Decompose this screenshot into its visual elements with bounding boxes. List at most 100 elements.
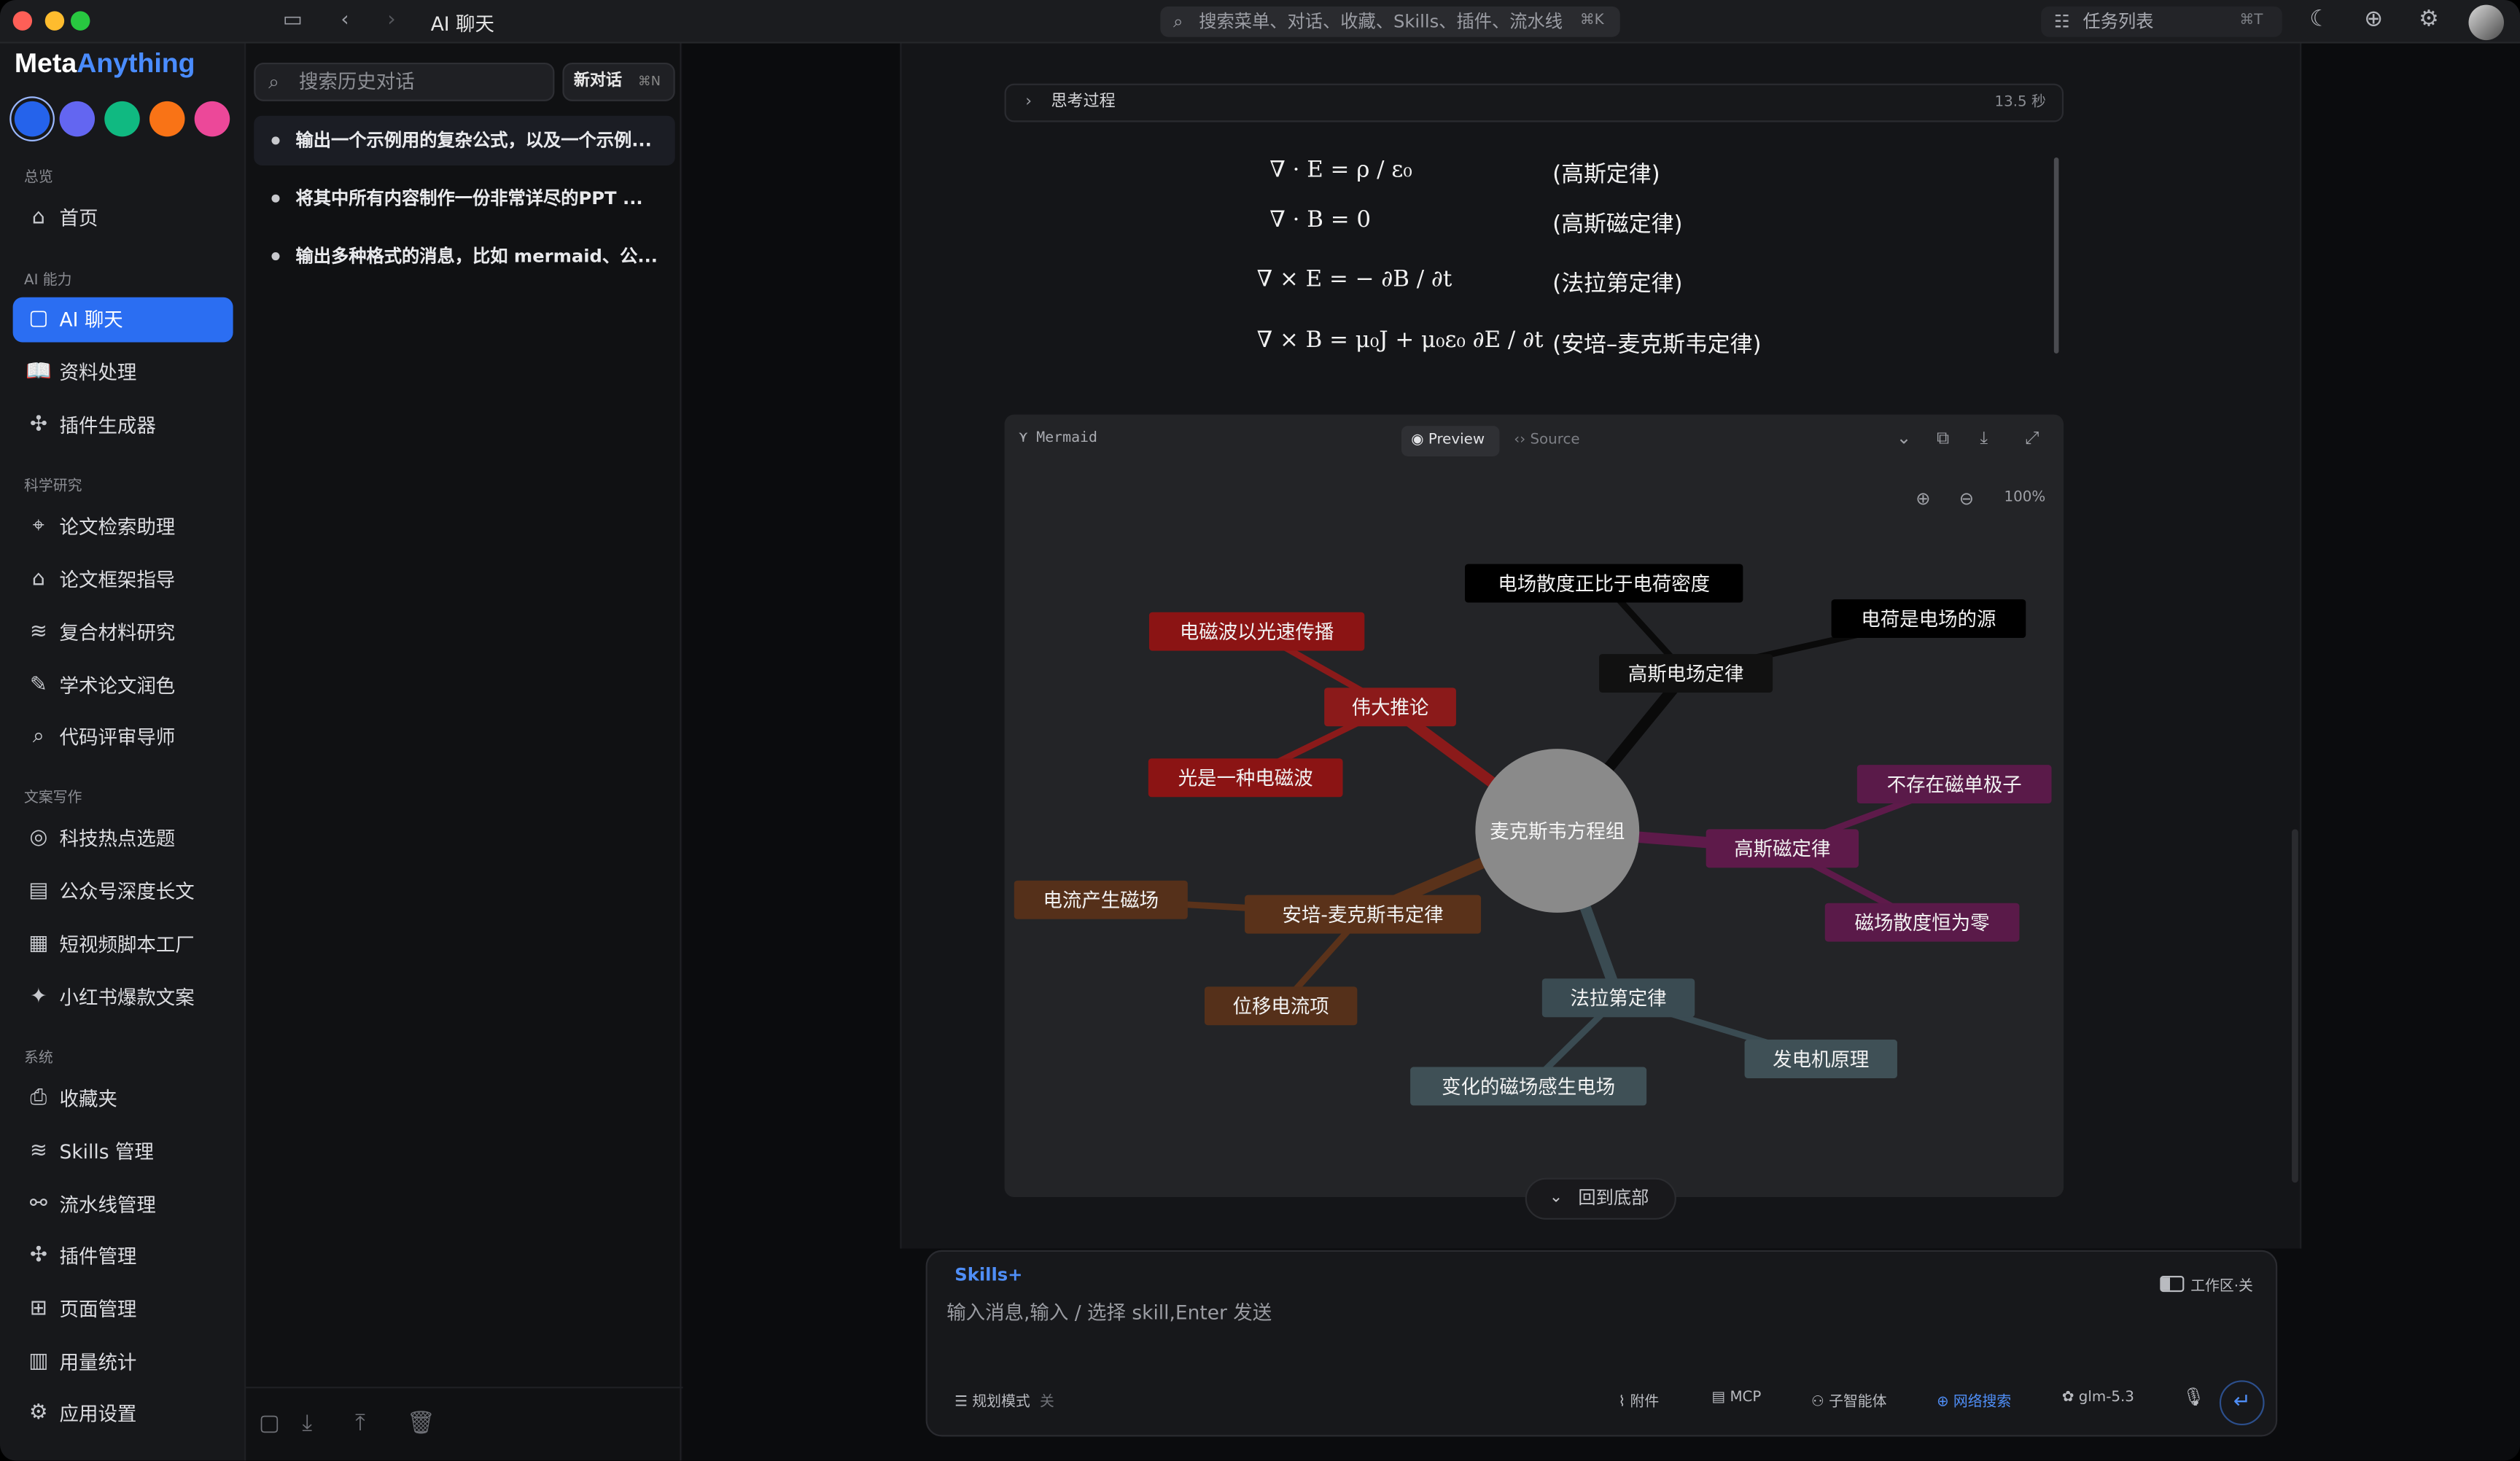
equation-scrollbar[interactable] xyxy=(2053,157,2059,354)
theme-color-swatch[interactable] xyxy=(59,101,96,137)
chevron-down-icon[interactable]: ⌄ xyxy=(1897,427,1911,448)
sidebar-item[interactable]: ◎ 科技热点选题 xyxy=(13,817,233,862)
theme-color-swatch[interactable] xyxy=(194,101,230,137)
sidebar-item[interactable]: ▥ 用量统计 xyxy=(13,1340,233,1385)
mindmap-leaf-node[interactable]: 不存在磁单极子 xyxy=(1856,765,2052,804)
chat-scrollbar[interactable] xyxy=(2292,829,2298,1183)
new-chat-button[interactable]: 新对话 ⌘N xyxy=(562,62,675,101)
theme-color-swatch[interactable] xyxy=(149,101,185,137)
equation-formula: ∇ · E = ρ / ε₀ xyxy=(1269,157,1412,184)
sidebar-item[interactable]: ⎙ 收藏夹 xyxy=(13,1077,233,1122)
sidebar-item[interactable]: ⌕ 代码评审导师 xyxy=(13,715,233,760)
mindmap-branch-node[interactable]: 高斯磁定律 xyxy=(1706,829,1859,868)
globe-icon[interactable]: ⊕ xyxy=(2364,7,2383,32)
dark-mode-icon[interactable]: ☾ xyxy=(2309,7,2330,32)
message-input[interactable] xyxy=(946,1296,2072,1329)
maximize-window-button[interactable] xyxy=(70,11,90,31)
sidebar-item[interactable]: ✣ 插件生成器 xyxy=(13,403,233,448)
microphone-icon[interactable]: 🎙 xyxy=(2182,1387,2205,1408)
back-icon[interactable]: ‹ xyxy=(341,8,349,32)
workflow-icon: ⚯ xyxy=(29,1192,47,1217)
trash-icon[interactable]: 🗑 xyxy=(407,1411,435,1436)
skills-button[interactable]: Skills+ xyxy=(954,1265,1022,1286)
workspace-toggle[interactable]: 工作区·关 xyxy=(2160,1274,2253,1296)
history-search-placeholder: 搜索历史对话 xyxy=(298,70,415,93)
sidebar-item[interactable]: ✣ 插件管理 xyxy=(13,1234,233,1279)
sidebar-toggle-icon[interactable]: ▭ xyxy=(283,8,303,32)
sidebar-item[interactable]: ⌂ 首页 xyxy=(13,196,233,241)
mcp-button[interactable]: ▤ MCP xyxy=(1711,1390,1761,1406)
sidebar-item[interactable]: ⊞ 页面管理 xyxy=(13,1287,233,1332)
back-to-bottom-button[interactable]: ⌄ 回到底部 xyxy=(1525,1177,1676,1220)
web-search-button[interactable]: ⊕ 网络搜索 xyxy=(1937,1390,2011,1411)
sidebar-item[interactable]: ≋ 复合材料研究 xyxy=(13,611,233,656)
mindmap-leaf-node[interactable]: 发电机原理 xyxy=(1744,1040,1897,1078)
app-window: ▭ ‹ › AI 聊天 ⌕ 搜索菜单、对话、收藏、Skills、插件、流水线 ⌘… xyxy=(0,0,2520,1461)
mermaid-header: ⋎ Mermaid ◉ Preview ‹› Source ⌄ ⧉ ⤓ ⤢ xyxy=(1005,415,2064,467)
sidebar-item[interactable]: ⚯ 流水线管理 xyxy=(13,1183,233,1228)
close-window-button[interactable] xyxy=(12,11,33,31)
sidebar-item[interactable]: ▢ AI 聊天 xyxy=(12,297,233,343)
bullet-icon xyxy=(271,136,280,145)
model-selector[interactable]: ✿ glm-5.3 xyxy=(2062,1390,2134,1406)
minimize-window-button[interactable] xyxy=(44,11,65,31)
forward-icon[interactable]: › xyxy=(387,8,395,32)
back-to-bottom-label: 回到底部 xyxy=(1578,1187,1649,1209)
source-tab[interactable]: ‹› Source xyxy=(1514,426,1579,456)
task-list-button[interactable]: ☷ 任务列表 ⌘T xyxy=(2041,6,2282,37)
zoom-out-icon[interactable]: ⊖ xyxy=(1959,488,1974,510)
theme-color-swatch[interactable] xyxy=(104,101,140,137)
mindmap-leaf-node[interactable]: 电磁波以光速传播 xyxy=(1148,612,1365,651)
history-search-input[interactable]: ⌕ 搜索历史对话 xyxy=(254,62,555,101)
mindmap-leaf-node[interactable]: 电场散度正比于电荷密度 xyxy=(1465,564,1743,603)
history-item[interactable]: 输出多种格式的消息，比如 mermaid、公... xyxy=(254,231,674,281)
sidebar-item[interactable]: ⌖ 论文检索助理 xyxy=(13,504,233,550)
attach-button[interactable]: ⌇ 附件 xyxy=(1619,1390,1660,1411)
sidebar-item[interactable]: 📖 资料处理 xyxy=(13,350,233,395)
copy-icon[interactable]: ⧉ xyxy=(1937,427,1949,450)
theme-color-swatch[interactable] xyxy=(14,101,50,137)
export-icon[interactable]: ⤒ xyxy=(355,1411,365,1436)
history-item[interactable]: 输出一个示例用的复杂公式，以及一个示例... xyxy=(254,115,675,166)
expand-icon[interactable]: ⤢ xyxy=(2025,427,2039,450)
send-button[interactable]: ↵ xyxy=(2219,1380,2265,1426)
gear-icon[interactable]: ⚙ xyxy=(2419,7,2439,32)
target-icon: ◎ xyxy=(29,825,48,850)
equation-name: (高斯定律) xyxy=(1552,162,1660,188)
mindmap-branch-node[interactable]: 伟大推论 xyxy=(1324,687,1456,727)
sidebar-item[interactable]: ▦ 短视频脚本工厂 xyxy=(13,922,233,967)
mindmap-leaf-node[interactable]: 电荷是电场的源 xyxy=(1831,599,2026,639)
thinking-toggle[interactable]: › 思考过程 13.5 秒 xyxy=(1004,83,2064,122)
mindmap-branch-node[interactable]: 安培-麦克斯韦定律 xyxy=(1245,895,1482,934)
history-item[interactable]: 将其中所有内容制作一份非常详尽的PPT ... xyxy=(254,174,674,223)
sidebar-item[interactable]: ▤ 公众号深度长文 xyxy=(13,869,233,914)
sidebar-item[interactable]: ≋ Skills 管理 xyxy=(13,1129,233,1174)
sidebar-item[interactable]: ⚙ 应用设置 xyxy=(13,1392,233,1437)
app-root: ▭ ‹ › AI 聊天 ⌕ 搜索菜单、对话、收藏、Skills、插件、流水线 ⌘… xyxy=(0,0,2520,1461)
pen-icon: ✎ xyxy=(29,673,47,698)
download-icon[interactable]: ⤓ xyxy=(1980,427,1988,450)
sidebar-item[interactable]: ✦ 小红书爆款文案 xyxy=(13,975,233,1021)
subagent-button[interactable]: ⚇ 子智能体 xyxy=(1811,1390,1886,1411)
source-tab-label: Source xyxy=(1530,432,1580,448)
preview-tab[interactable]: ◉ Preview xyxy=(1401,426,1500,456)
avatar[interactable] xyxy=(2468,4,2504,41)
mindmap-leaf-node-label: 发电机原理 xyxy=(1773,1048,1869,1071)
mindmap-leaf-node[interactable]: 磁场散度恒为零 xyxy=(1824,903,2020,942)
global-search[interactable]: ⌕ 搜索菜单、对话、收藏、Skills、插件、流水线 ⌘K xyxy=(1160,6,1620,37)
mindmap-branch-node[interactable]: 高斯电场定律 xyxy=(1599,654,1773,693)
search-icon: ⌕ xyxy=(268,70,279,93)
mindmap-leaf-node[interactable]: 光是一种电磁波 xyxy=(1148,758,1343,798)
mindmap-leaf-node[interactable]: 变化的磁场感生电场 xyxy=(1410,1067,1647,1106)
mindmap-leaf-node[interactable]: 位移电流项 xyxy=(1204,986,1358,1026)
mindmap-leaf-node[interactable]: 电流产生磁场 xyxy=(1014,880,1188,919)
sidebar-item[interactable]: ✎ 学术论文润色 xyxy=(13,663,233,709)
eye-icon: ◉ xyxy=(1411,432,1428,448)
import-icon[interactable]: ⤓ xyxy=(302,1411,312,1436)
select-all-icon[interactable]: ▢ xyxy=(259,1411,280,1436)
sidebar-item[interactable]: ⌂ 论文框架指导 xyxy=(13,558,233,603)
mindmap-root-node[interactable]: 麦克斯韦方程组 xyxy=(1475,749,1640,913)
zoom-in-icon[interactable]: ⊕ xyxy=(1916,488,1930,510)
plan-mode-toggle[interactable]: ☰ 规划模式关 xyxy=(954,1390,1054,1411)
mindmap-branch-node[interactable]: 法拉第定律 xyxy=(1541,978,1695,1018)
